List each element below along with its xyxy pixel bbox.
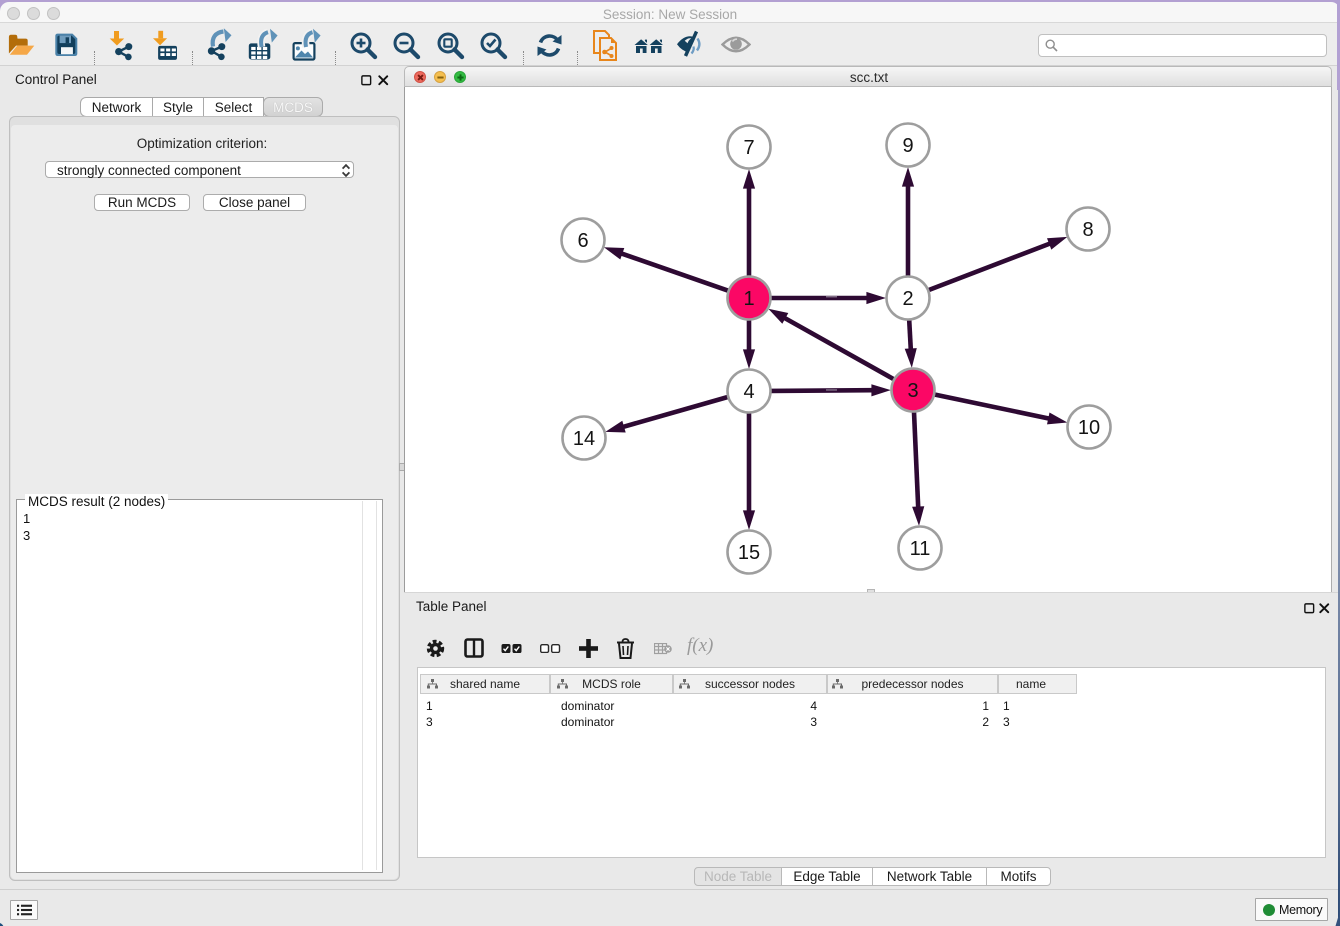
svg-text:7: 7 [743,137,754,159]
svg-text:10: 10 [1078,417,1100,439]
svg-text:11: 11 [910,538,931,560]
svg-text:14: 14 [573,428,595,450]
svg-text:2: 2 [902,288,913,310]
svg-text:3: 3 [907,380,918,402]
svg-text:15: 15 [738,542,760,564]
svg-text:4: 4 [743,381,754,403]
svg-text:1: 1 [743,288,754,310]
svg-text:9: 9 [902,135,913,157]
svg-text:8: 8 [1082,219,1093,241]
svg-text:6: 6 [577,230,588,252]
